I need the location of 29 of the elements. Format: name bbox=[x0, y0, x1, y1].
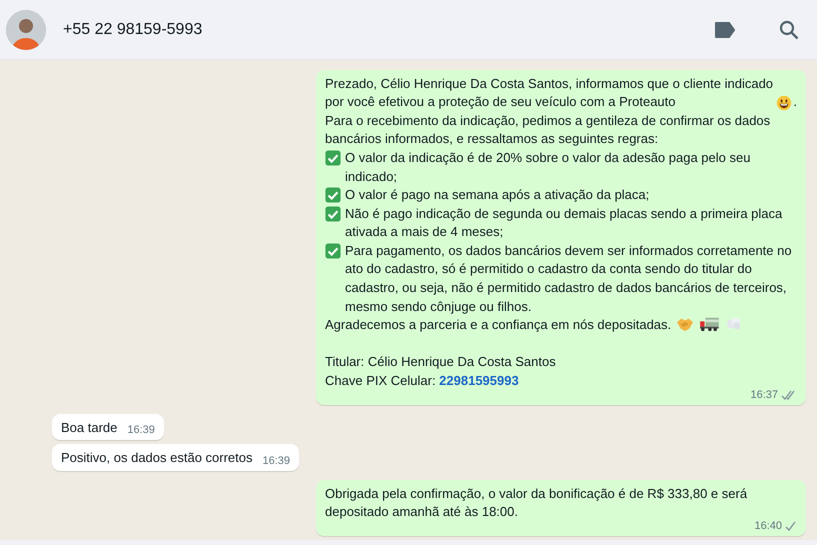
truck-icon bbox=[698, 316, 720, 332]
message-text: Agradecemos a parceria e a confiança em nós depositadas. bbox=[325, 317, 672, 332]
message-text: O valor é pago na semana após a ativação da placa; bbox=[345, 186, 650, 204]
message-text: . bbox=[793, 93, 797, 112]
message-time: 16:39 bbox=[127, 424, 155, 438]
message-text: O valor da indicação é de 20% sobre o valor da adesão paga pelo seu indicado; bbox=[345, 148, 752, 186]
message-time: 16:39 bbox=[262, 454, 290, 468]
message-time: 16:40 bbox=[754, 520, 782, 533]
message-text: Chave PIX Celular: bbox=[325, 373, 437, 388]
check-icon bbox=[325, 150, 341, 166]
phone-link[interactable]: 22981595993 bbox=[439, 373, 519, 388]
message-text: Prezado, Célio Henrique Da Costa Santos, informamos que o cliente indicado por você efetivou a proteção de seu veículo com a Proteauto bbox=[325, 74, 774, 112]
message-text: Titular: Célio Henrique Da Costa Santos bbox=[325, 354, 556, 370]
message-text: Positivo, os dados estão corretos bbox=[61, 450, 252, 466]
contact-name: +55 22 98159-5993 bbox=[63, 20, 204, 38]
message-text: Obrigada pela confirmação, o valor da bonificação é de R$ 333,80 e será depositado amanhã até às 18:00. bbox=[325, 486, 748, 520]
search-icon bbox=[779, 20, 799, 40]
handshake-icon bbox=[674, 316, 695, 332]
avatar[interactable] bbox=[6, 10, 46, 50]
message-text: Não é pago indicação de segunda ou demais placas sendo a primeira placa ativada a mais de 4 meses; bbox=[345, 204, 784, 242]
message-text: Para pagamento, os dados bancários devem ser informados corretamente no ato do cadastro, só é permitido o cadastro da conta sendo do titular do cadastro, ou seja, não é permitido cadastro de dados bancários de terceiros, mesmo sendo cônjuge ou filhos. bbox=[345, 242, 793, 316]
check-icon bbox=[325, 206, 341, 222]
message-text: Boa tarde bbox=[61, 420, 118, 435]
check-icon bbox=[325, 187, 341, 204]
smiley-icon bbox=[775, 94, 794, 111]
label-icon bbox=[714, 22, 736, 38]
message-time: 16:37 bbox=[750, 388, 778, 402]
check-icon bbox=[325, 242, 341, 259]
message-text: Para o recebimento da indicação, pedimos a gentileza de confirmar os dados bancários informados, e ressaltamos as seguintes regras: bbox=[325, 112, 770, 146]
